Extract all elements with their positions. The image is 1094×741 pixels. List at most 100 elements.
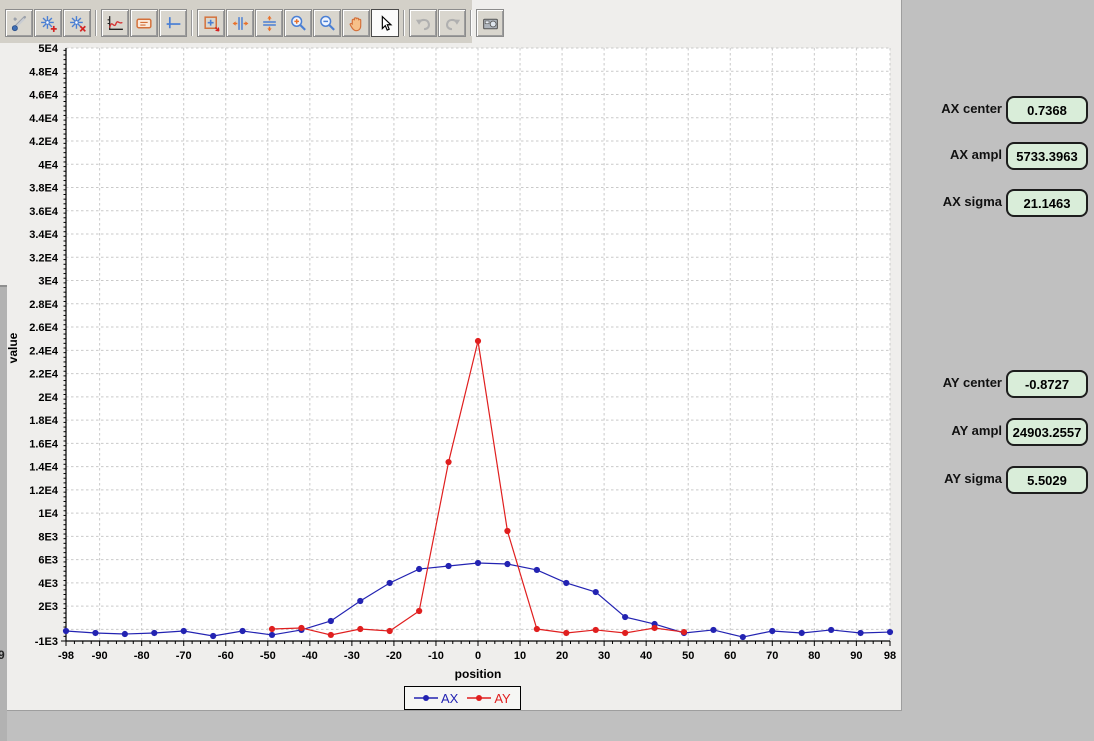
y-tick-label: 6E3 (38, 555, 58, 567)
y-axis-title: value (6, 332, 20, 363)
expand-horizontal-button[interactable] (226, 9, 254, 37)
ax-ampl-label: AX ampl (862, 142, 1002, 168)
x-tick-label: -80 (134, 650, 150, 662)
legend-item-AY: AY (467, 691, 510, 706)
curve-style-button[interactable] (101, 9, 129, 37)
data-point-marker[interactable] (740, 634, 746, 640)
toolbar-separator (470, 10, 472, 36)
y-tick-label: 4.8E4 (29, 66, 59, 78)
y-tick-label: 3E4 (38, 276, 58, 288)
x-tick-label: -30 (344, 650, 360, 662)
redo-button (438, 9, 466, 37)
x-tick-label: -90 (92, 650, 108, 662)
data-point-marker[interactable] (799, 630, 805, 636)
pan-button[interactable] (342, 9, 370, 37)
chart-legend: AX AY (404, 686, 521, 710)
ay-center-field[interactable]: -0.8727 (1006, 370, 1088, 398)
ax-ampl-field[interactable]: 5733.3963 (1006, 142, 1088, 170)
data-point-marker[interactable] (593, 589, 599, 595)
expand-vertical-icon (260, 14, 279, 33)
ax-sigma-field[interactable]: 21.1463 (1006, 189, 1088, 217)
data-point-marker[interactable] (210, 633, 216, 639)
data-point-marker[interactable] (445, 563, 451, 569)
toolbar-separator (191, 10, 193, 36)
data-point-marker[interactable] (269, 626, 275, 632)
data-point-marker[interactable] (887, 629, 893, 635)
data-point-marker[interactable] (416, 566, 422, 572)
data-point-marker[interactable] (328, 632, 334, 638)
data-point-marker[interactable] (504, 561, 510, 567)
ax-center-label: AX center (862, 96, 1002, 122)
redo-icon (443, 14, 462, 33)
ax-center-field[interactable]: 0.7368 (1006, 96, 1088, 124)
undo-icon (414, 14, 433, 33)
y-tick-label: 3.4E4 (29, 229, 59, 241)
x-tick-label: 90 (850, 650, 862, 662)
data-point-marker[interactable] (357, 626, 363, 632)
data-point-marker[interactable] (151, 630, 157, 636)
expand-vertical-button[interactable] (255, 9, 283, 37)
data-point-marker[interactable] (63, 628, 69, 634)
data-point-marker[interactable] (651, 625, 657, 631)
zoom-out-button[interactable] (313, 9, 341, 37)
data-point-marker[interactable] (387, 628, 393, 634)
zoom-in-button[interactable] (284, 9, 312, 37)
curve-style-icon (106, 14, 125, 33)
data-point-marker[interactable] (328, 618, 334, 624)
y-tick-label: 2E4 (38, 392, 58, 404)
undo-button (409, 9, 437, 37)
data-point-marker[interactable] (475, 560, 481, 566)
y-tick-label: 1.2E4 (29, 485, 59, 497)
data-point-marker[interactable] (504, 528, 510, 534)
chart[interactable]: -98-90-80-70-60-50-40-30-20-100102030405… (0, 0, 901, 710)
zoom-region-button[interactable] (197, 9, 225, 37)
data-point-marker[interactable] (622, 614, 628, 620)
legend-item-AX: AX (414, 691, 458, 706)
data-point-marker[interactable] (298, 625, 304, 631)
x-tick-label: 40 (640, 650, 652, 662)
y-tick-label: -1E3 (35, 636, 58, 648)
data-point-marker[interactable] (710, 627, 716, 633)
data-point-marker[interactable] (534, 567, 540, 573)
axis-button[interactable] (159, 9, 187, 37)
data-point-marker[interactable] (181, 628, 187, 634)
y-tick-label: 3.6E4 (29, 206, 59, 218)
data-point-marker[interactable] (239, 628, 245, 634)
x-tick-label: -70 (176, 650, 192, 662)
data-point-marker[interactable] (563, 630, 569, 636)
data-point-marker[interactable] (445, 459, 451, 465)
data-point-marker[interactable] (416, 608, 422, 614)
y-tick-label: 4.4E4 (29, 113, 59, 125)
ay-sigma-field[interactable]: 5.5029 (1006, 466, 1088, 494)
data-point-marker[interactable] (622, 630, 628, 636)
data-point-marker[interactable] (122, 631, 128, 637)
data-point-marker[interactable] (269, 632, 275, 638)
x-axis-title: position (455, 667, 502, 681)
data-point-marker[interactable] (534, 626, 540, 632)
delete-point-button[interactable] (63, 9, 91, 37)
zoom-in-icon (289, 14, 308, 33)
snapshot-button[interactable] (476, 9, 504, 37)
toolbar (5, 9, 505, 37)
data-point-marker[interactable] (357, 598, 363, 604)
data-point-marker[interactable] (828, 627, 834, 633)
data-point-marker[interactable] (563, 580, 569, 586)
snapshot-icon (481, 14, 500, 33)
y-tick-labels: 5E44.8E44.6E44.4E44.2E44E43.8E43.6E43.4E… (29, 43, 59, 648)
y-tick-label: 1.6E4 (29, 438, 59, 450)
data-point-marker[interactable] (92, 630, 98, 636)
data-point-marker[interactable] (769, 628, 775, 634)
data-point-marker[interactable] (681, 629, 687, 635)
pointer-icon (376, 14, 395, 33)
add-point-button[interactable] (34, 9, 62, 37)
pointer-button[interactable] (371, 9, 399, 37)
x-tick-label: -60 (218, 650, 234, 662)
data-point-marker[interactable] (593, 627, 599, 633)
data-point-marker[interactable] (857, 630, 863, 636)
label-button[interactable] (130, 9, 158, 37)
data-point-marker[interactable] (475, 338, 481, 344)
y-tick-label: 1.4E4 (29, 462, 59, 474)
tools-button[interactable] (5, 9, 33, 37)
ay-ampl-field[interactable]: 24903.2557 (1006, 418, 1088, 446)
data-point-marker[interactable] (387, 580, 393, 586)
